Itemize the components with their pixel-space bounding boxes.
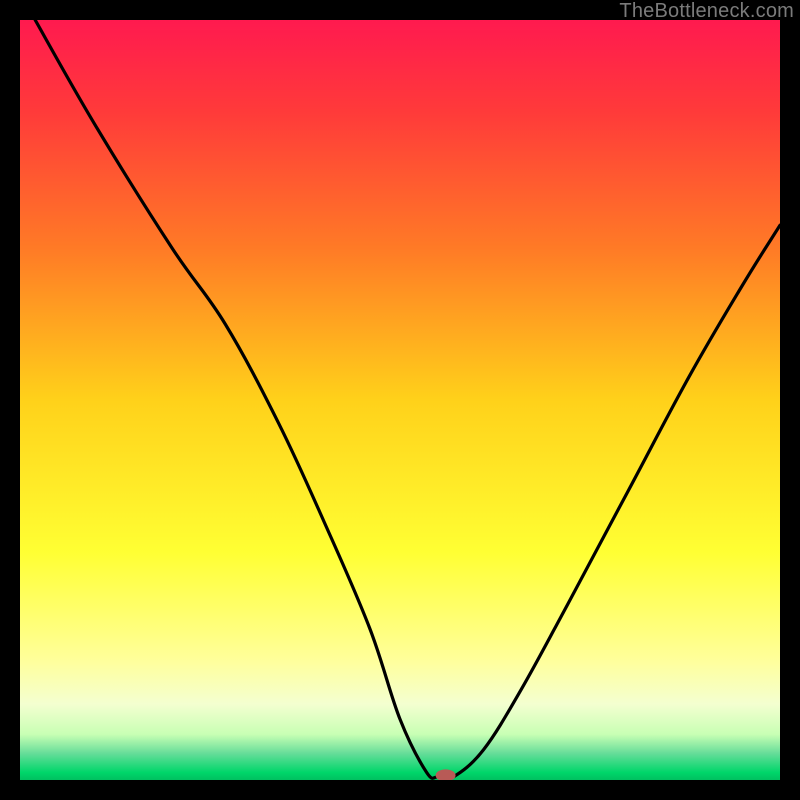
watermark-text: TheBottleneck.com xyxy=(619,0,794,23)
plot-area xyxy=(20,20,780,780)
chart-frame: TheBottleneck.com xyxy=(0,0,800,800)
plot-background-gradient xyxy=(20,20,780,780)
